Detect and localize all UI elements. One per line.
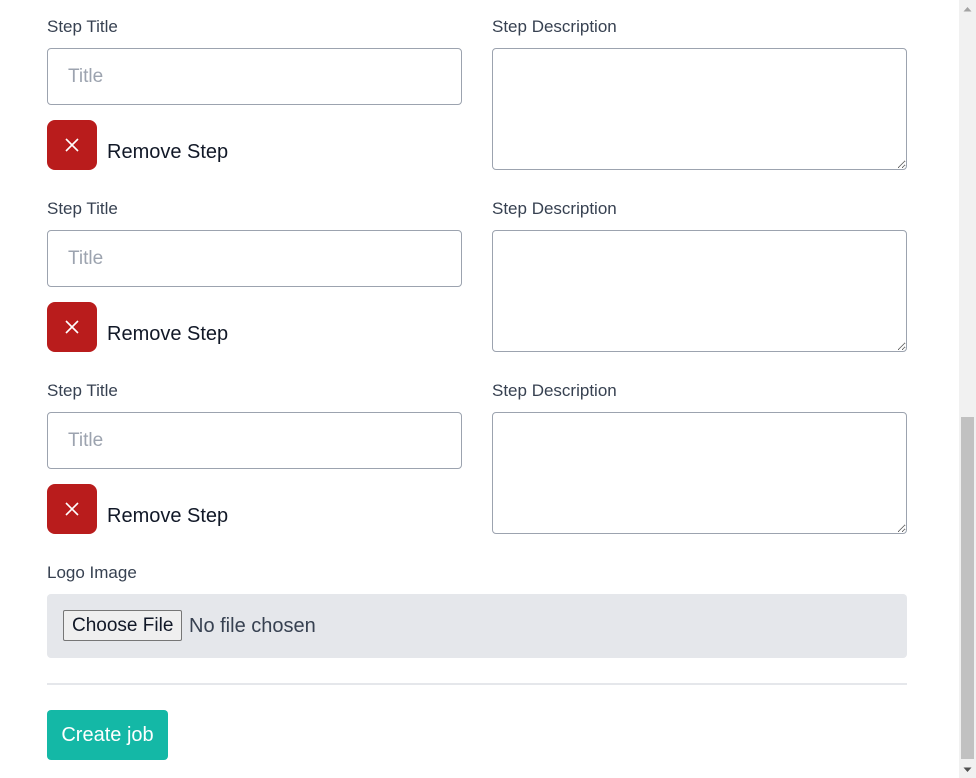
scroll-down-arrow-icon[interactable]: [959, 761, 976, 778]
remove-step-label: Remove Step: [107, 323, 229, 345]
create-job-button[interactable]: Create job: [47, 710, 168, 760]
logo-image-label: Logo Image: [47, 563, 137, 582]
step-description-input[interactable]: [492, 230, 907, 352]
step-row: Step Title Step Description Remove Step: [47, 182, 907, 364]
close-icon: [65, 138, 79, 152]
vertical-scrollbar[interactable]: [959, 0, 976, 778]
step-row: Step Title Step Description Remove Step: [47, 364, 907, 546]
step-description-label: Step Description: [492, 199, 617, 218]
close-icon: [65, 320, 79, 334]
step-title-label: Step Title: [47, 17, 118, 36]
scrollbar-thumb[interactable]: [961, 417, 974, 759]
scroll-up-arrow-icon[interactable]: [959, 0, 976, 17]
step-title-label: Step Title: [47, 199, 118, 218]
logo-file-input[interactable]: Choose File No file chosen: [47, 594, 907, 658]
file-status: No file chosen: [189, 615, 316, 637]
remove-step-button[interactable]: [47, 120, 97, 170]
divider: [47, 683, 907, 685]
remove-step-label: Remove Step: [107, 505, 229, 527]
step-description-label: Step Description: [492, 381, 617, 400]
step-title-input[interactable]: [47, 48, 462, 105]
step-description-input[interactable]: [492, 412, 907, 534]
remove-step-button[interactable]: [47, 484, 97, 534]
step-title-input[interactable]: [47, 412, 462, 469]
remove-step-label: Remove Step: [107, 141, 229, 163]
remove-step-button[interactable]: [47, 302, 97, 352]
step-title-input[interactable]: [47, 230, 462, 287]
choose-file-button[interactable]: Choose File: [63, 610, 183, 641]
step-description-input[interactable]: [492, 48, 907, 170]
close-icon: [65, 502, 79, 516]
step-row: Step Title Step Description Remove Step: [47, 0, 907, 182]
step-description-label: Step Description: [492, 17, 617, 36]
page: Step Title Step Description Remove Step …: [0, 0, 976, 778]
step-title-label: Step Title: [47, 381, 118, 400]
